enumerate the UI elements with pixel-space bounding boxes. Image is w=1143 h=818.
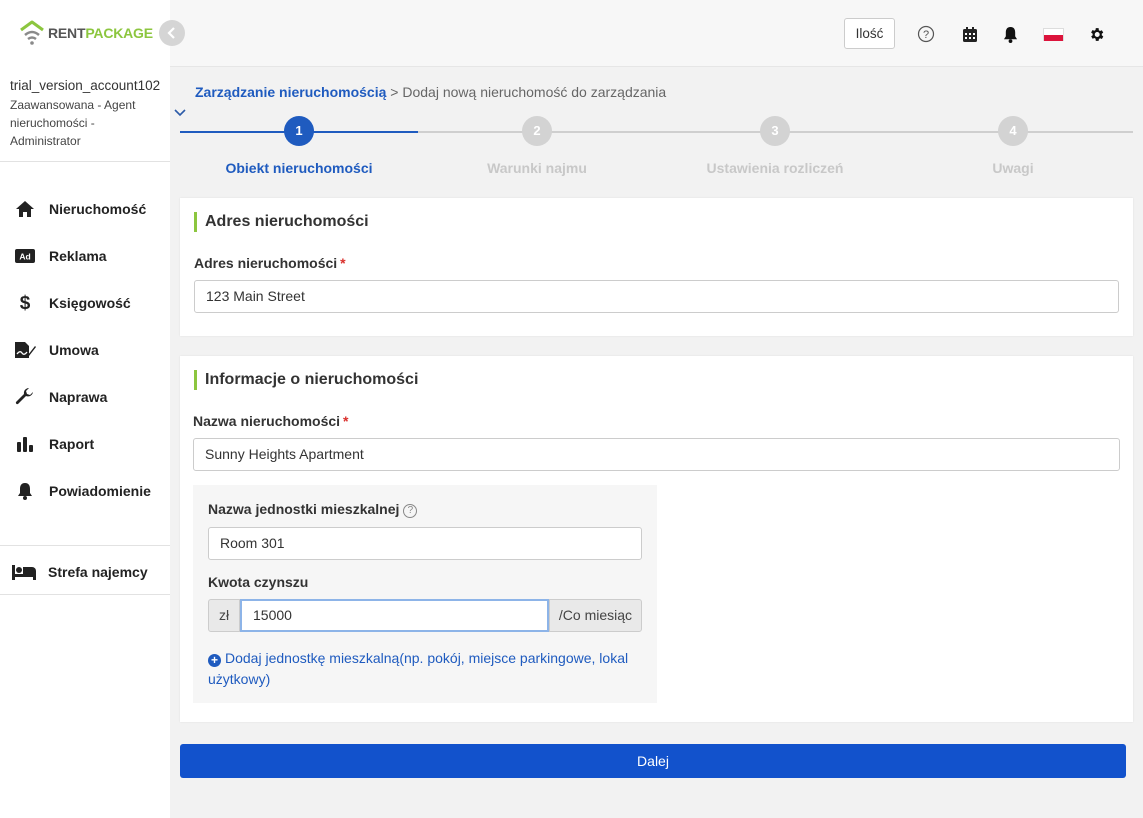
account-role: Zaawansowana - Agent nieruchomości - Adm… bbox=[10, 98, 136, 148]
sidebar-item-label: Powiadomienie bbox=[49, 482, 151, 499]
sidebar-item-label: Reklama bbox=[49, 247, 107, 264]
required-mark: * bbox=[343, 413, 349, 429]
settings-gear-icon[interactable] bbox=[1086, 24, 1106, 44]
step-4[interactable]: 4 Uwagi bbox=[894, 116, 1132, 176]
help-icon[interactable]: ? bbox=[916, 24, 936, 44]
sidebar-nav: Nieruchomość Ad Reklama $ Księgowość Umo… bbox=[0, 185, 170, 514]
property-name-label-text: Nazwa nieruchomości bbox=[193, 413, 341, 429]
wrench-icon bbox=[14, 387, 36, 407]
unit-name-label: Nazwa jednostki mieszkalnej? bbox=[208, 501, 418, 518]
sidebar-item-label: Naprawa bbox=[49, 388, 108, 405]
top-header: Ilość ? bbox=[170, 0, 1143, 67]
address-field-label: Adres nieruchomości * bbox=[194, 255, 346, 271]
breadcrumb-separator: > bbox=[386, 84, 403, 100]
sidebar-item-reklama[interactable]: Ad Reklama bbox=[0, 232, 170, 279]
sidebar-item-nieruchomosc[interactable]: Nieruchomość bbox=[0, 185, 170, 232]
account-chevron-down-icon[interactable] bbox=[174, 106, 186, 120]
dollar-icon: $ bbox=[14, 293, 36, 313]
unit-help-icon[interactable]: ? bbox=[403, 504, 418, 518]
svg-text:Ad: Ad bbox=[19, 251, 30, 261]
address-section-card: Adres nieruchomości Adres nieruchomości *… bbox=[180, 198, 1133, 336]
step-3[interactable]: 3 Ustawienia rozliczeń bbox=[656, 116, 894, 176]
step-1[interactable]: 1 Obiekt nieruchomości bbox=[180, 116, 418, 176]
address-label-text: Adres nieruchomości bbox=[194, 255, 338, 271]
sidebar-divider bbox=[0, 545, 170, 546]
sidebar-item-label: Umowa bbox=[49, 341, 99, 358]
sidebar-item-powiadomienie[interactable]: Powiadomienie bbox=[0, 467, 170, 514]
plus-circle-icon: + bbox=[208, 654, 221, 667]
sidebar-item-label: Księgowość bbox=[49, 294, 131, 311]
notification-bell-icon[interactable] bbox=[1000, 24, 1020, 44]
step-number: 2 bbox=[522, 116, 552, 146]
step-label: Obiekt nieruchomości bbox=[225, 160, 373, 176]
property-info-title: Informacje o nieruchomości bbox=[194, 370, 418, 390]
sidebar-item-strefa-najemcy[interactable]: Strefa najemcy bbox=[0, 548, 170, 595]
unit-name-label-text: Nazwa jednostki mieszkalnej bbox=[208, 501, 400, 517]
sidebar-tenant-label: Strefa najemcy bbox=[48, 563, 148, 580]
account-info[interactable]: trial_version_account102 Zaawansowana - … bbox=[10, 78, 168, 150]
sidebar-divider bbox=[0, 594, 170, 595]
brand-name: RENTPACKAGE bbox=[48, 25, 153, 41]
address-section-title: Adres nieruchomości bbox=[194, 212, 369, 232]
sidebar-divider bbox=[0, 161, 170, 162]
sidebar-item-umowa[interactable]: Umowa bbox=[0, 326, 170, 373]
brand-logo[interactable]: RENTPACKAGE bbox=[18, 20, 158, 46]
step-label: Warunki najmu bbox=[487, 160, 587, 176]
svg-text:$: $ bbox=[20, 293, 31, 313]
property-name-label: Nazwa nieruchomości * bbox=[193, 413, 349, 429]
step-number: 4 bbox=[998, 116, 1028, 146]
step-number: 3 bbox=[760, 116, 790, 146]
sidebar-item-naprawa[interactable]: Naprawa bbox=[0, 373, 170, 420]
sidebar-item-raport[interactable]: Raport bbox=[0, 420, 170, 467]
step-label: Uwagi bbox=[992, 160, 1034, 176]
language-flag-icon[interactable] bbox=[1043, 28, 1064, 41]
unit-box: Nazwa jednostki mieszkalnej? Room 301 Kw… bbox=[193, 485, 657, 703]
bar-chart-icon bbox=[14, 434, 36, 454]
step-number: 1 bbox=[284, 116, 314, 146]
sidebar-collapse-button[interactable] bbox=[159, 20, 185, 46]
add-unit-text: Dodaj jednostkę mieszkalną(np. pokój, mi… bbox=[208, 650, 629, 687]
sidebar-item-ksiegowosc[interactable]: $ Księgowość bbox=[0, 279, 170, 326]
svg-text:?: ? bbox=[923, 29, 929, 41]
rent-amount-label: Kwota czynszu bbox=[208, 574, 309, 590]
bell-icon bbox=[14, 481, 36, 501]
sidebar-item-label: Raport bbox=[49, 435, 95, 452]
property-name-input[interactable]: Sunny Heights Apartment bbox=[193, 438, 1120, 471]
required-mark: * bbox=[340, 255, 346, 271]
address-input[interactable]: 123 Main Street bbox=[194, 280, 1119, 313]
sidebar-item-label: Nieruchomość bbox=[49, 200, 147, 217]
progress-stepper: 1 Obiekt nieruchomości 2 Warunki najmu 3… bbox=[180, 116, 1133, 180]
add-unit-link[interactable]: + Dodaj jednostkę mieszkalną(np. pokój, m… bbox=[208, 648, 648, 690]
breadcrumb-parent-link[interactable]: Zarządzanie nieruchomością bbox=[195, 84, 386, 100]
brand-package: PACKAGE bbox=[85, 25, 153, 41]
unit-name-input[interactable]: Room 301 bbox=[208, 527, 642, 560]
step-2[interactable]: 2 Warunki najmu bbox=[418, 116, 656, 176]
step-label: Ustawienia rozliczeń bbox=[706, 160, 844, 176]
quantity-button[interactable]: Ilość bbox=[844, 18, 895, 49]
wifi-house-icon bbox=[20, 20, 44, 45]
home-icon bbox=[14, 199, 36, 219]
account-name: trial_version_account102 bbox=[10, 78, 161, 93]
brand-rent: RENT bbox=[48, 25, 86, 41]
breadcrumb: Zarządzanie nieruchomością > Dodaj nową … bbox=[195, 84, 666, 100]
currency-addon: zł bbox=[208, 599, 240, 632]
calendar-icon[interactable] bbox=[960, 24, 980, 44]
rent-period-addon: /Co miesiąc bbox=[549, 599, 642, 632]
chevron-left-icon bbox=[167, 27, 175, 39]
property-info-card: Informacje o nieruchomości Nazwa nieruch… bbox=[180, 356, 1133, 722]
sidebar: RENTPACKAGE trial_version_account102 Zaa… bbox=[0, 0, 170, 818]
breadcrumb-current: Dodaj nową nieruchomość do zarządzania bbox=[402, 84, 667, 100]
contract-icon bbox=[14, 340, 36, 360]
rent-amount-input[interactable]: 15000 bbox=[240, 599, 549, 632]
ad-icon: Ad bbox=[14, 246, 36, 266]
next-button[interactable]: Dalej bbox=[180, 744, 1126, 778]
bed-icon bbox=[12, 562, 36, 582]
